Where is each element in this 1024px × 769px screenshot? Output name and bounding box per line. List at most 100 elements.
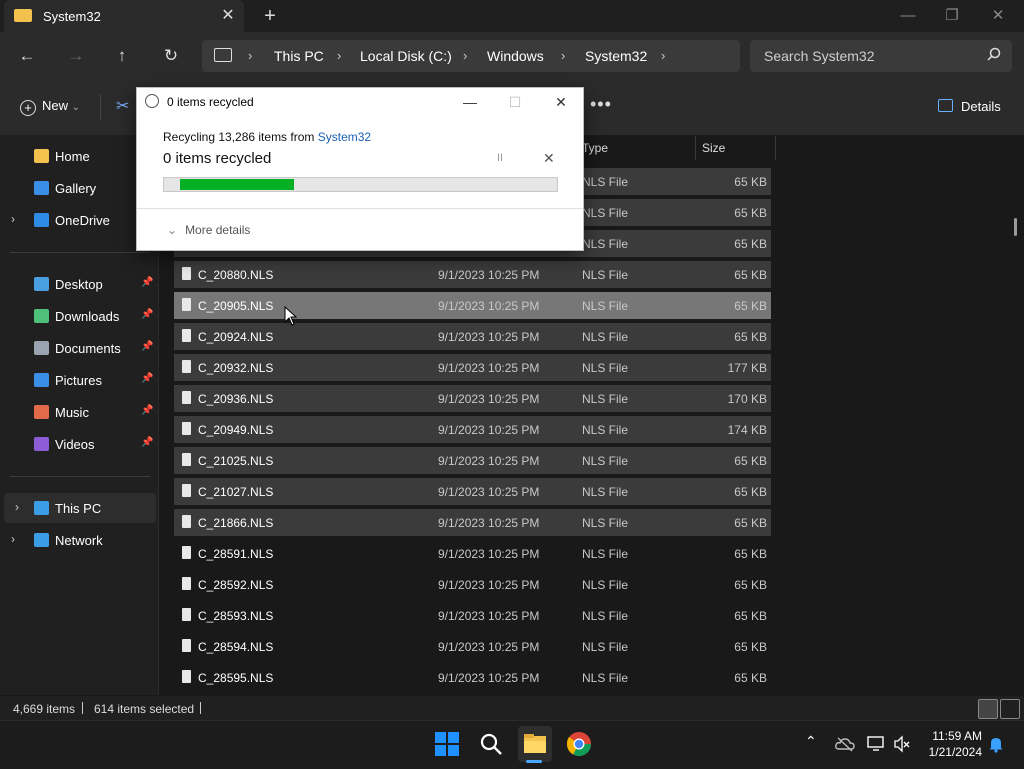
column-header-size[interactable]: Size [702,141,725,165]
file-date: 9/1/2023 10:25 PM [438,268,540,282]
sidebar-item-videos[interactable]: Videos 📌 [0,429,156,459]
file-row[interactable]: C_28594.NLS 9/1/2023 10:25 PM NLS File 65 K… [174,633,771,660]
chevron-right-icon[interactable]: › [11,532,15,546]
pause-button[interactable]: II [497,152,503,164]
new-button[interactable]: + New ⌄ [20,98,80,116]
sidebar-item-downloads[interactable]: Downloads 📌 [0,301,156,331]
new-tab-button[interactable]: + [258,4,282,28]
clock-date[interactable]: 1/21/2024 [920,745,982,759]
breadcrumb-this-pc[interactable]: This PC [274,48,324,64]
chrome-icon[interactable] [565,730,593,758]
file-row[interactable]: C_28591.NLS 9/1/2023 10:25 PM NLS File 65 K… [174,540,771,567]
column-divider[interactable] [695,136,696,160]
file-size: 65 KB [734,206,767,220]
file-size: 65 KB [734,330,767,344]
dialog-maximize-button[interactable]: ☐ [500,92,530,112]
pin-icon: 📌 [141,405,154,416]
close-tab-button[interactable]: ✕ [218,6,238,26]
up-button[interactable]: ↑ [108,44,136,68]
file-row[interactable]: C_20880.NLS 9/1/2023 10:25 PM NLS File 65 K… [174,261,771,288]
file-type: NLS File [582,485,629,499]
source-folder-link[interactable]: System32 [318,130,371,144]
breadcrumb-local-disk[interactable]: Local Disk (C:) [360,48,452,64]
sidebar-item-music[interactable]: Music 📌 [0,397,156,427]
sidebar-item-gallery[interactable]: Gallery [0,173,156,203]
desktop-icon [34,277,49,291]
file-size: 65 KB [734,671,767,685]
file-name: C_20932.NLS [198,361,274,375]
clock-icon [145,94,159,108]
mouse-cursor-icon [284,306,298,326]
breadcrumb-windows[interactable]: Windows [487,48,544,64]
file-type: NLS File [582,547,629,561]
dialog-minimize-button[interactable]: — [455,92,485,112]
sidebar-item-label: Documents [55,341,121,356]
start-icon[interactable] [433,730,461,758]
file-date: 9/1/2023 10:25 PM [438,361,540,375]
details-button[interactable]: Details [938,99,1001,114]
search-icon[interactable] [477,730,505,758]
file-row[interactable]: C_21866.NLS 9/1/2023 10:25 PM NLS File 65 K… [174,509,771,536]
cut-icon[interactable]: ✂ [116,96,129,116]
sidebar-item-pictures[interactable]: Pictures 📌 [0,365,156,395]
file-row[interactable]: C_20924.NLS 9/1/2023 10:25 PM NLS File 65 K… [174,323,771,350]
file-row[interactable]: C_28593.NLS 9/1/2023 10:25 PM NLS File 65 K… [174,602,771,629]
network-status-icon[interactable] [866,735,886,753]
restore-button[interactable]: ❐ [932,4,972,28]
refresh-button[interactable]: ↻ [157,44,185,68]
file-row[interactable]: C_21027.NLS 9/1/2023 10:25 PM NLS File 65 K… [174,478,771,505]
cancel-button[interactable]: ✕ [543,150,555,167]
music-icon [34,405,49,419]
minimize-button[interactable]: — [888,4,928,28]
column-divider[interactable] [775,136,776,160]
file-row[interactable]: C_28595.NLS 9/1/2023 10:25 PM NLS File 65 K… [174,664,771,691]
computer-icon [34,501,49,515]
onedrive-icon[interactable] [835,736,855,752]
search-input[interactable]: Search System32 [764,48,875,64]
chevron-right-icon[interactable]: › [15,500,19,514]
file-row[interactable]: C_20949.NLS 9/1/2023 10:25 PM NLS File 174 … [174,416,771,443]
tiles-view-button[interactable] [1000,699,1020,719]
dialog-close-button[interactable]: ✕ [546,92,576,112]
sidebar-item-desktop[interactable]: Desktop 📌 [0,269,156,299]
details-view-button[interactable] [978,699,998,719]
notification-bell-icon[interactable] [988,735,1004,753]
breadcrumb-separator[interactable]: › [661,48,665,63]
forward-button[interactable]: → [62,44,90,68]
pin-icon: 📌 [141,437,154,448]
selected-count: 614 items selected [94,702,195,716]
sidebar-item-network[interactable]: › Network [0,525,156,555]
close-window-button[interactable]: ✕ [978,4,1018,28]
file-row[interactable]: C_28592.NLS 9/1/2023 10:25 PM NLS File 65 K… [174,571,771,598]
file-date: 9/1/2023 10:25 PM [438,640,540,654]
breadcrumb-system32[interactable]: System32 [585,48,647,64]
sidebar-item-this-pc[interactable]: › This PC [4,493,156,523]
file-icon [182,453,191,466]
file-row[interactable]: C_20905.NLS 9/1/2023 10:25 PM NLS File 65 K… [174,292,771,319]
file-type: NLS File [582,423,629,437]
file-size: 65 KB [734,640,767,654]
sidebar-item-home[interactable]: Home [0,141,156,171]
scrollbar-thumb[interactable] [1014,218,1017,236]
file-size: 170 KB [727,392,767,406]
more-options-button[interactable]: ••• [590,94,612,115]
file-name: C_20905.NLS [198,299,274,313]
column-header-type[interactable]: Type [582,141,608,165]
more-details-button[interactable]: ⌄ More details [167,223,250,237]
search-icon[interactable] [987,47,1001,61]
file-icon [182,577,191,590]
file-row[interactable]: C_21025.NLS 9/1/2023 10:25 PM NLS File 65 K… [174,447,771,474]
tray-chevron-icon[interactable]: ⌃ [805,733,817,750]
chevron-right-icon[interactable]: › [11,212,15,226]
sidebar-item-onedrive[interactable]: › OneDrive [0,205,156,235]
volume-muted-icon[interactable] [893,735,911,753]
file-type: NLS File [582,361,629,375]
file-row[interactable]: C_20936.NLS 9/1/2023 10:25 PM NLS File 170 … [174,385,771,412]
tab-system32[interactable] [4,0,244,32]
recycle-progress-dialog: 0 items recycled — ☐ ✕ Recycling 13,286 … [136,87,584,251]
back-button[interactable]: ← [13,44,41,68]
file-row[interactable]: C_20932.NLS 9/1/2023 10:25 PM NLS File 177 … [174,354,771,381]
file-name: C_28593.NLS [198,609,274,623]
sidebar-item-documents[interactable]: Documents 📌 [0,333,156,363]
clock-time[interactable]: 11:59 AM [920,729,982,743]
